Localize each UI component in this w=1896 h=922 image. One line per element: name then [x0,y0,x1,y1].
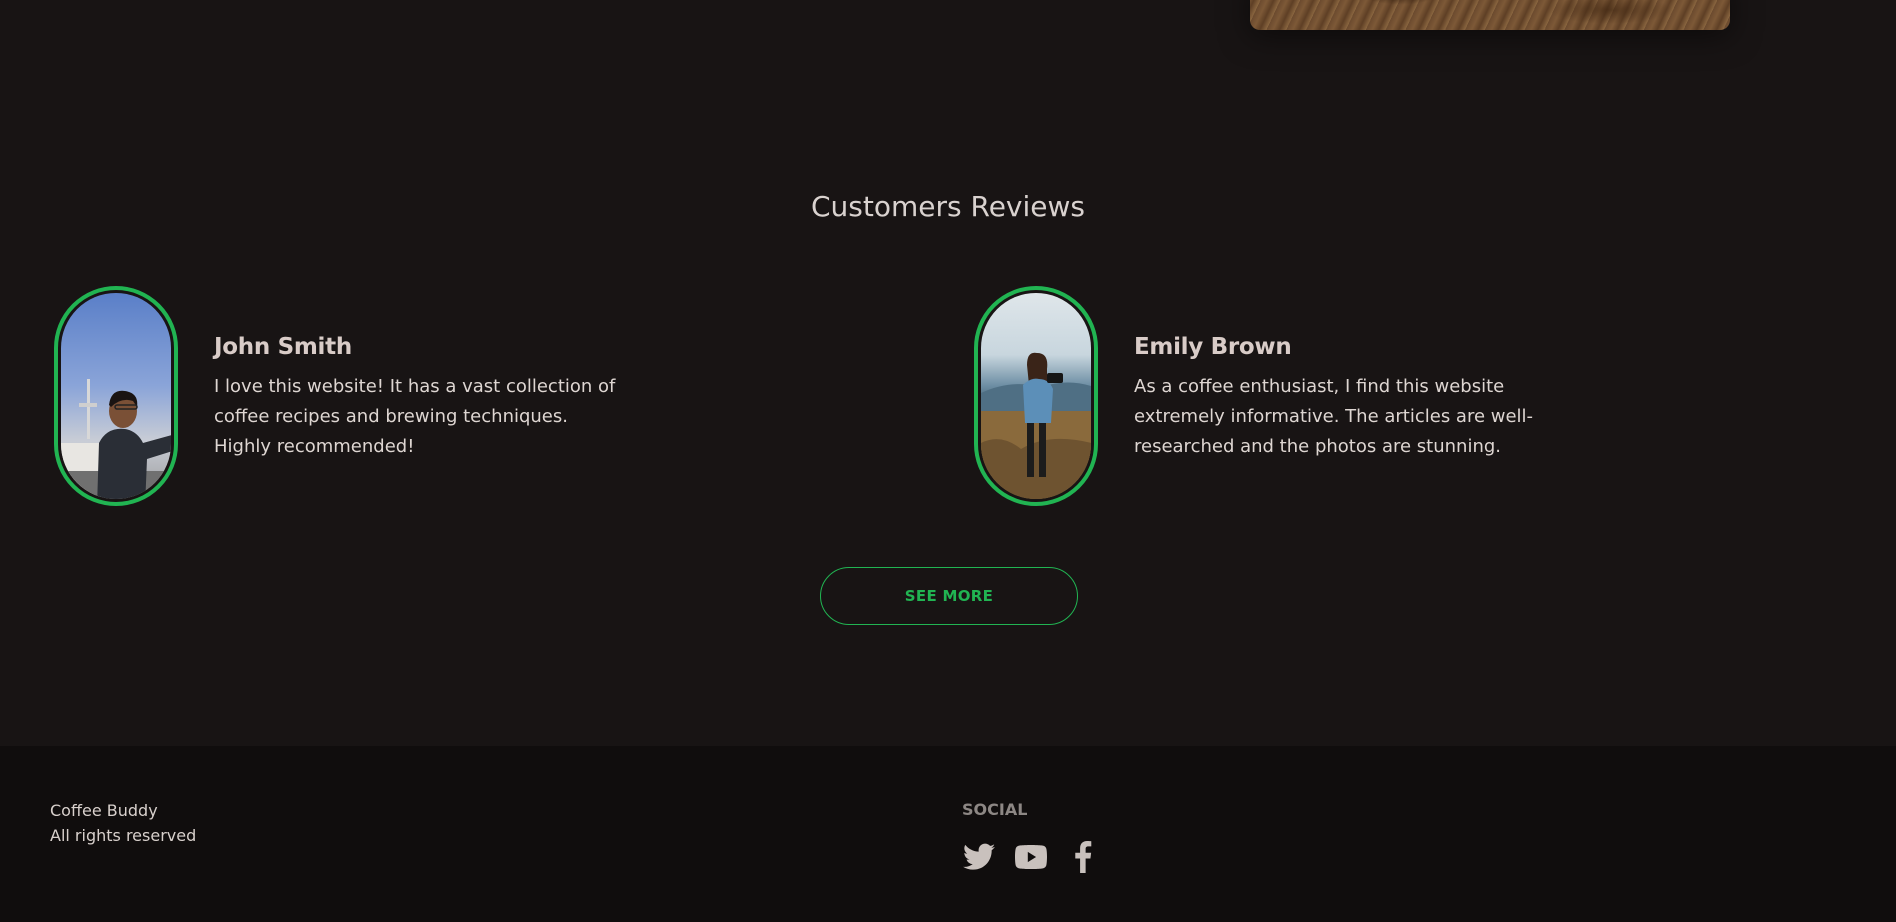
social-title: SOCIAL [962,800,1028,819]
youtube-icon[interactable] [1014,840,1048,874]
page: Customers Reviews John Smith I love this… [0,0,1896,922]
twitter-icon[interactable] [962,840,996,874]
footer: Coffee Buddy All rights reserved SOCIAL [0,746,1896,922]
reviewer-name: John Smith [214,334,352,360]
avatar [54,286,178,506]
reviewer-name: Emily Brown [1134,334,1292,360]
review-content: John Smith I love this website! It has a… [214,334,624,462]
review-content: Emily Brown As a coffee enthusiast, I fi… [1134,334,1534,462]
facebook-icon[interactable] [1066,840,1100,874]
review-text: As a coffee enthusiast, I find this webs… [1134,376,1534,457]
see-more-button[interactable]: SEE MORE [820,567,1078,625]
footer-brand: Coffee Buddy All rights reserved [50,798,196,848]
coffee-hero-image [1250,0,1730,30]
review-card: Emily Brown As a coffee enthusiast, I fi… [974,286,1614,512]
reviewer-photo [981,293,1091,499]
brand-name: Coffee Buddy [50,801,158,820]
avatar [974,286,1098,506]
rights-text: All rights reserved [50,826,197,845]
reviews-section-title: Customers Reviews [811,190,1085,223]
reviewer-photo [61,293,171,499]
social-links [962,840,1100,874]
review-text: I love this website! It has a vast colle… [214,376,616,457]
review-card: John Smith I love this website! It has a… [54,286,674,512]
